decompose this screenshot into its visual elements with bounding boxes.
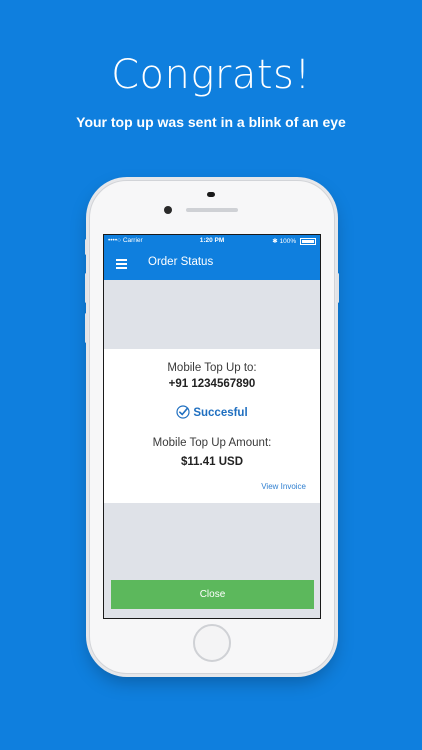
volume-down-button bbox=[85, 313, 88, 343]
view-invoice-link[interactable]: View Invoice bbox=[261, 482, 306, 491]
earpiece-speaker bbox=[186, 208, 238, 212]
phone-screen: ••••○ Carrier 1:20 PM ✱ 100% Order Statu… bbox=[103, 234, 321, 619]
front-camera bbox=[164, 206, 172, 214]
status-badge: Succesful bbox=[104, 405, 320, 419]
close-button[interactable]: Close bbox=[111, 580, 314, 609]
check-circle-icon bbox=[176, 405, 190, 419]
power-button bbox=[336, 273, 339, 303]
nav-bar: Order Status bbox=[104, 247, 320, 280]
amount-label: Mobile Top Up Amount: bbox=[152, 437, 272, 449]
home-button bbox=[193, 624, 231, 662]
page-title: Order Status bbox=[148, 256, 214, 268]
status-bar: ••••○ Carrier 1:20 PM ✱ 100% bbox=[104, 235, 320, 247]
phone-mockup: ••••○ Carrier 1:20 PM ✱ 100% Order Statu… bbox=[85, 180, 339, 674]
bluetooth-icon: ✱ bbox=[272, 238, 278, 245]
promo-headline: Congrats! bbox=[111, 52, 311, 98]
hamburger-menu-icon[interactable] bbox=[116, 259, 127, 269]
recipient-label: Mobile Top Up to: bbox=[167, 362, 257, 374]
battery-indicator: ✱ 100% bbox=[272, 237, 316, 245]
volume-up-button bbox=[85, 273, 88, 303]
promo-subheadline: Your top up was sent in a blink of an ey… bbox=[76, 114, 346, 130]
mute-switch bbox=[85, 239, 88, 255]
proximity-sensor bbox=[207, 192, 215, 197]
status-text: Succesful bbox=[193, 407, 248, 419]
recipient-number: +91 1234567890 bbox=[168, 378, 256, 390]
battery-percent: 100% bbox=[279, 238, 297, 245]
order-summary-card: Mobile Top Up to: +91 1234567890 Succesf… bbox=[104, 349, 320, 503]
amount-value: $11.41 USD bbox=[180, 456, 243, 468]
battery-icon bbox=[300, 237, 316, 245]
